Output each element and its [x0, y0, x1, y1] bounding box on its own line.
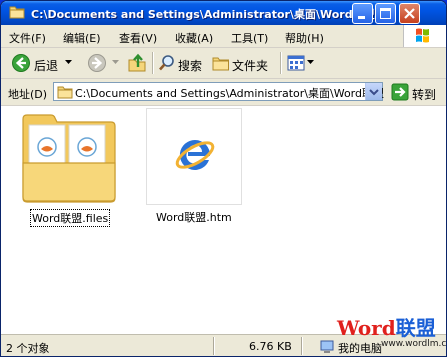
folder-icon [57, 86, 73, 99]
address-value: C:\Documents and Settings\Administrator\… [75, 87, 384, 100]
status-location: 我的电脑 [338, 342, 382, 355]
chevron-down-icon [369, 89, 379, 96]
menu-help[interactable]: 帮助(H) [285, 30, 324, 46]
window-title: C:\Documents and Settings\Administrator\… [31, 8, 375, 21]
search-icon [159, 55, 174, 71]
close-button[interactable] [399, 3, 420, 24]
my-computer-icon [320, 340, 334, 353]
menu-bar: 文件(F) 编辑(E) 查看(V) 收藏(A) 工具(T) 帮助(H) [1, 25, 446, 48]
menu-edit[interactable]: 编辑(E) [63, 30, 101, 46]
status-divider [301, 337, 303, 355]
folder-icon [9, 6, 25, 19]
forward-arrow-icon [88, 54, 106, 72]
address-dropdown-button[interactable] [365, 83, 382, 100]
menu-file[interactable]: 文件(F) [9, 30, 46, 46]
address-input[interactable]: C:\Documents and Settings\Administrator\… [53, 82, 384, 101]
toolbar-separator [152, 52, 154, 74]
forward-button[interactable] [85, 51, 121, 75]
back-button[interactable]: 后退 [7, 51, 73, 75]
site-watermark: Word联盟 www.wordlm.com [337, 312, 446, 349]
watermark-url: www.wordlm.com [381, 339, 447, 349]
internet-explorer-icon [175, 139, 215, 170]
search-button[interactable]: 搜索 [156, 51, 208, 75]
menu-favorites[interactable]: 收藏(A) [175, 30, 213, 46]
toolbar-separator [280, 52, 282, 74]
menu-tools[interactable]: 工具(T) [231, 30, 268, 46]
forward-dropdown-icon[interactable] [112, 60, 119, 65]
folder-thumbnail-icon [22, 114, 116, 203]
maximize-icon [380, 8, 391, 19]
status-size: 6.76 KB [249, 340, 292, 353]
views-button[interactable] [285, 51, 315, 75]
folders-button[interactable]: 文件夹 [210, 51, 274, 75]
folders-icon [212, 57, 229, 71]
up-folder-icon [128, 53, 146, 72]
go-button[interactable]: 转到 [390, 83, 446, 102]
maximize-button[interactable] [375, 3, 396, 24]
address-bar: 地址(D) C:\Documents and Settings\Administ… [1, 79, 446, 106]
file-list-view[interactable]: Word联盟.files Word联盟.htm [1, 106, 446, 334]
object-count: 2 个对象 [6, 342, 50, 355]
back-label: 后退 [34, 59, 59, 73]
close-icon [404, 8, 415, 19]
folders-label: 文件夹 [232, 59, 269, 73]
htm-thumbnail [146, 108, 242, 205]
go-arrow-icon [391, 83, 409, 101]
standard-toolbar: 后退 搜索 文件夹 [1, 48, 446, 79]
go-label: 转到 [412, 88, 437, 102]
up-folder-button[interactable] [125, 51, 149, 75]
watermark-cn: 联盟 [395, 316, 436, 340]
explorer-window: C:\Documents and Settings\Administrator\… [0, 0, 447, 357]
views-icon [287, 55, 305, 71]
views-dropdown-icon [307, 60, 314, 64]
title-bar[interactable]: C:\Documents and Settings\Administrator\… [1, 1, 446, 25]
status-divider [213, 337, 215, 355]
back-dropdown-icon[interactable] [65, 60, 72, 65]
folder-name: Word联盟.files [30, 209, 111, 227]
minimize-icon [358, 16, 365, 19]
search-label: 搜索 [178, 59, 203, 73]
htm-file-name: Word联盟.htm [156, 211, 232, 224]
minimize-button[interactable] [352, 3, 373, 24]
menu-view[interactable]: 查看(V) [119, 30, 157, 46]
address-label: 地址(D) [8, 88, 48, 101]
windows-logo-icon [403, 25, 446, 47]
back-arrow-icon [12, 54, 30, 72]
watermark-word: Word [337, 316, 396, 340]
